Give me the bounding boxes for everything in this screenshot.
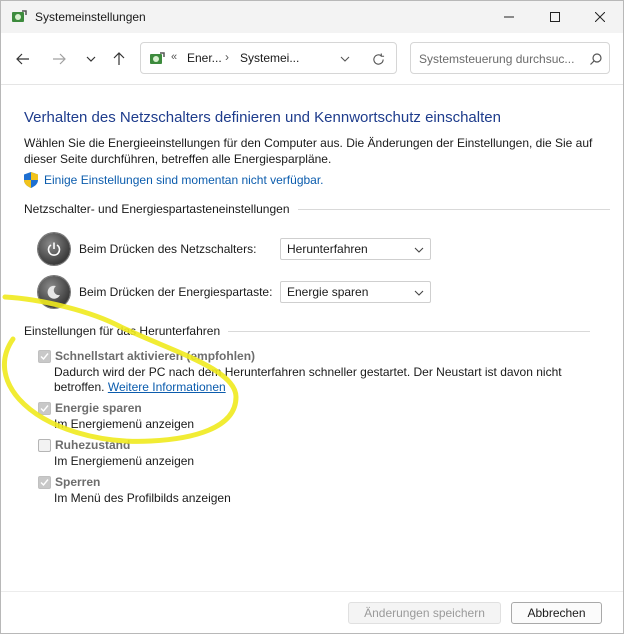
refresh-icon: [372, 52, 384, 65]
up-button[interactable]: [107, 47, 131, 71]
address-dropdown-button[interactable]: [337, 51, 353, 67]
chevron-down-icon: [414, 290, 424, 296]
checkmark-icon: [40, 479, 49, 487]
search-box[interactable]: [410, 42, 610, 74]
sleep-label: Energie sparen: [55, 401, 142, 415]
window-title: Systemeinstellungen: [35, 10, 146, 24]
minimize-icon: [504, 16, 514, 18]
chevron-down-icon: [414, 247, 424, 253]
power-button-action-value: Herunterfahren: [287, 242, 368, 256]
checkmark-icon: [40, 405, 49, 413]
power-button-section-heading: Netzschalter- und Energiespartasteneinst…: [24, 202, 610, 216]
section-divider: [228, 330, 591, 332]
sleep-button-label: Beim Drücken der Energiespartaste:: [79, 285, 273, 299]
hibernate-label: Ruhezustand: [55, 438, 131, 452]
lock-checkbox[interactable]: [38, 476, 51, 489]
search-icon[interactable]: [588, 51, 604, 67]
save-changes-button[interactable]: Änderungen speichern: [348, 602, 501, 624]
page-description: Wählen Sie die Energieeinstellungen für …: [24, 136, 593, 166]
arrow-up-icon: [113, 52, 125, 65]
section-heading-text: Netzschalter- und Energiespartasteneinst…: [24, 202, 290, 216]
unavailable-settings-link[interactable]: Einige Einstellungen sind momentan nicht…: [24, 172, 324, 188]
forward-button[interactable]: [47, 47, 71, 71]
power-button-icon: [38, 233, 70, 265]
address-overflow-chevron[interactable]: «: [171, 51, 177, 63]
close-button[interactable]: [577, 1, 623, 33]
lock-label: Sperren: [55, 475, 101, 489]
recent-locations-button[interactable]: [79, 47, 103, 71]
description-line-2: betroffen. Weitere Informationen: [54, 380, 562, 395]
power-options-icon: [12, 10, 27, 22]
power-button-label: Beim Drücken des Netzschalters:: [79, 242, 257, 256]
unavailable-settings-text[interactable]: Einige Einstellungen sind momentan nicht…: [44, 173, 324, 187]
close-icon: [595, 12, 605, 22]
chevron-down-icon: [86, 56, 96, 62]
sleep-checkbox[interactable]: [38, 402, 51, 415]
sleep-button-action-select[interactable]: Energie sparen: [280, 281, 431, 303]
hibernate-description: Im Energiemenü anzeigen: [54, 454, 195, 468]
breadcrumb-segment[interactable]: Systemei...: [240, 51, 299, 65]
uac-shield-icon: [24, 172, 38, 188]
breadcrumb-segment[interactable]: Ener...: [187, 51, 222, 65]
sleep-button-icon: [38, 276, 70, 308]
fast-startup-description: Dadurch wird der PC nach dem Herunterfah…: [54, 365, 562, 395]
sleep-button-action-value: Energie sparen: [287, 285, 369, 299]
description-line: Dadurch wird der PC nach dem Herunterfah…: [54, 365, 562, 379]
page-title: Verhalten des Netzschalters definieren u…: [24, 109, 501, 126]
navigation-bar: « Ener... › Systemei...: [1, 33, 623, 85]
shutdown-section-heading: Einstellungen für das Herunterfahren: [24, 324, 591, 338]
footer-divider: [1, 591, 623, 592]
maximize-button[interactable]: [532, 1, 578, 33]
arrow-right-icon: [53, 53, 66, 65]
description-text: betroffen.: [54, 380, 105, 394]
fast-startup-checkbox[interactable]: [38, 350, 51, 363]
back-button[interactable]: [11, 47, 35, 71]
maximize-icon: [550, 12, 560, 22]
title-bar: Systemeinstellungen: [1, 1, 623, 33]
window: Systemeinstellungen « Ener... › Systemei…: [0, 0, 624, 634]
hibernate-checkbox[interactable]: [38, 439, 51, 452]
search-input[interactable]: [419, 51, 584, 67]
sleep-description: Im Energiemenü anzeigen: [54, 417, 195, 431]
cancel-button[interactable]: Abbrechen: [511, 602, 602, 624]
lock-description: Im Menü des Profilbilds anzeigen: [54, 491, 231, 505]
chevron-down-icon: [340, 56, 350, 62]
breadcrumb-separator[interactable]: ›: [225, 50, 229, 64]
section-divider: [297, 208, 610, 210]
address-bar[interactable]: « Ener... › Systemei...: [140, 42, 397, 74]
power-options-icon: [150, 52, 165, 64]
arrow-left-icon: [16, 53, 29, 65]
section-heading-text: Einstellungen für das Herunterfahren: [24, 324, 221, 338]
more-info-link[interactable]: Weitere Informationen: [108, 380, 226, 394]
power-button-row: Beim Drücken des Netzschalters: Herunter…: [38, 233, 431, 265]
checkmark-icon: [40, 353, 49, 361]
fast-startup-label: Schnellstart aktivieren (empfohlen): [55, 349, 256, 363]
refresh-button[interactable]: [369, 50, 387, 68]
power-button-action-select[interactable]: Herunterfahren: [280, 238, 431, 260]
minimize-button[interactable]: [486, 1, 532, 33]
sleep-button-row: Beim Drücken der Energiespartaste: Energ…: [38, 276, 431, 308]
